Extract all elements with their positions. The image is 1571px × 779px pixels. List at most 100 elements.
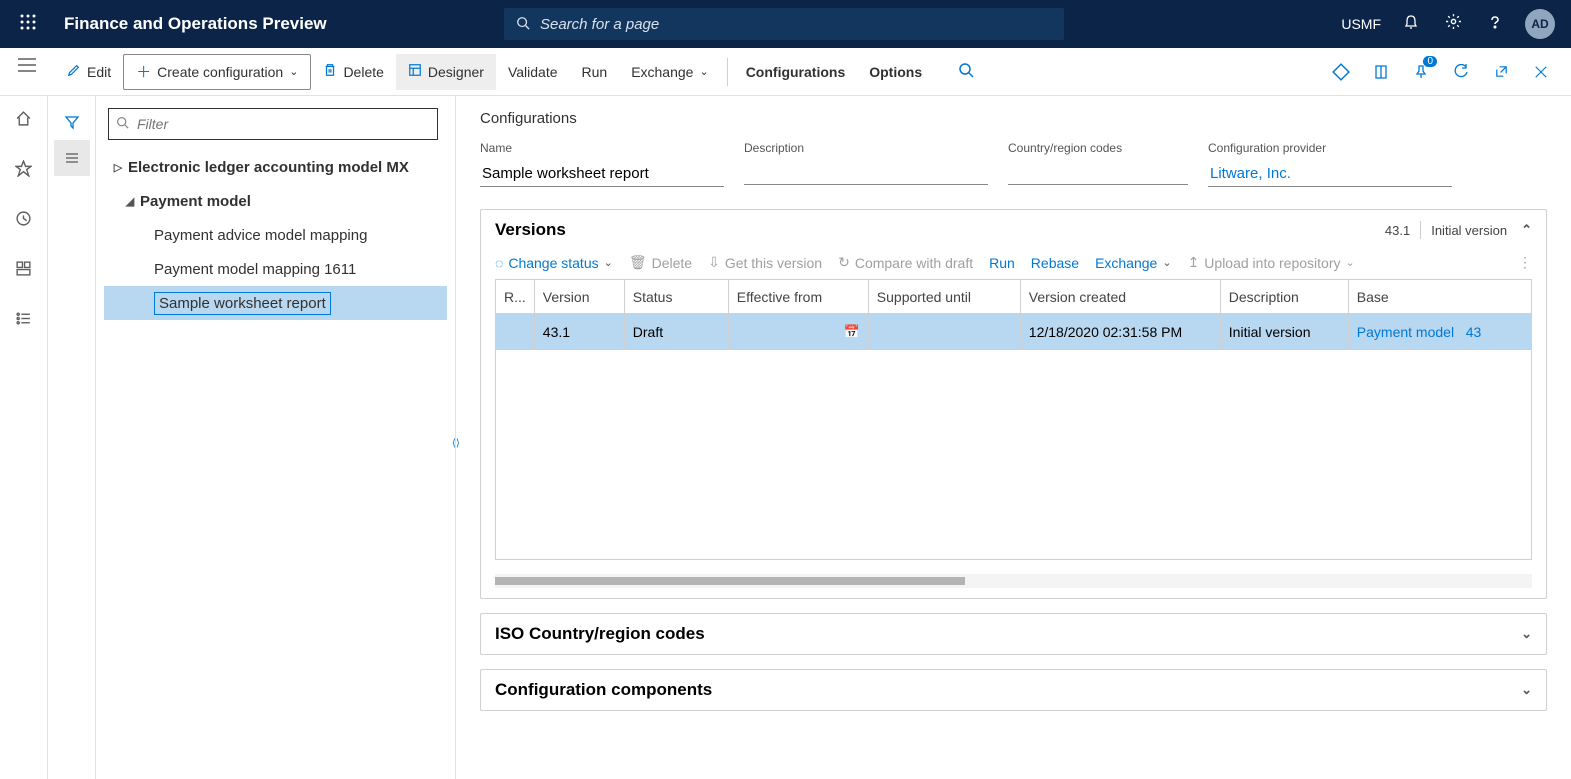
chevron-down-icon: ⌄ [1345, 256, 1354, 269]
get-version-button[interactable]: ⇩ Get this version [708, 254, 822, 271]
filter-icon[interactable] [54, 104, 90, 140]
components-title: Configuration components [495, 680, 712, 700]
chevron-down-icon[interactable]: ⌄ [1521, 682, 1532, 698]
tree-filter-input[interactable] [108, 108, 438, 140]
version-delete-button[interactable]: 🗑 Delete [629, 254, 692, 271]
exchange-button[interactable]: Exchange ⌄ [619, 54, 721, 90]
col-effective[interactable]: Effective from [728, 280, 868, 314]
clock-icon[interactable] [6, 200, 42, 236]
provider-value[interactable]: Litware, Inc. [1208, 161, 1452, 187]
search-input[interactable] [540, 16, 1052, 33]
version-number-meta: 43.1 [1385, 223, 1410, 238]
validate-button[interactable]: Validate [496, 54, 570, 90]
col-description[interactable]: Description [1220, 280, 1348, 314]
tree-item-payment-model[interactable]: ◢ Payment model [104, 184, 447, 218]
search-action[interactable] [946, 54, 986, 90]
compare-label: Compare with draft [855, 255, 973, 271]
col-supported[interactable]: Supported until [868, 280, 1020, 314]
more-button[interactable]: ⋮ [1518, 254, 1532, 271]
field-name: Name Sample worksheet report [480, 141, 724, 187]
chevron-down-icon: ⌄ [289, 65, 298, 78]
base-link[interactable]: Payment model [1357, 324, 1454, 340]
gear-icon[interactable] [1441, 13, 1465, 35]
field-country: Country/region codes [1008, 141, 1188, 187]
cell-created[interactable]: 12/18/2020 02:31:58 PM [1020, 314, 1220, 350]
modules-icon[interactable] [6, 300, 42, 336]
left-rail [0, 96, 48, 779]
tree-item-sample-worksheet[interactable]: Sample worksheet report [104, 286, 447, 320]
star-icon[interactable] [6, 150, 42, 186]
chevron-down-icon: ⌄ [699, 65, 708, 78]
cell-status[interactable]: Draft [624, 314, 728, 350]
search-icon [958, 62, 974, 82]
list-lines-icon[interactable] [54, 140, 90, 176]
edit-button[interactable]: Edit [55, 54, 123, 90]
configurations-link[interactable]: Configurations [734, 54, 858, 90]
run-button[interactable]: Run [570, 54, 620, 90]
close-icon[interactable] [1525, 56, 1557, 88]
divider [727, 58, 728, 86]
cell-description[interactable]: Initial version [1220, 314, 1348, 350]
global-search[interactable] [504, 8, 1064, 40]
search-icon [516, 16, 530, 33]
waffle-icon[interactable] [10, 14, 46, 35]
designer-button[interactable]: Designer [396, 54, 496, 90]
country-value[interactable] [1008, 161, 1188, 185]
col-version[interactable]: Version [534, 280, 624, 314]
compare-button[interactable]: ↻ Compare with draft [838, 254, 973, 271]
col-base[interactable]: Base [1348, 280, 1531, 314]
tree-label: Payment model mapping 1611 [154, 261, 356, 278]
book-icon[interactable] [1365, 56, 1397, 88]
validate-label: Validate [508, 64, 558, 80]
upload-button[interactable]: ↥ Upload into repository ⌄ [1188, 254, 1355, 271]
cell-base[interactable]: Payment model 43 [1348, 314, 1531, 350]
tree-item-payment-mapping-1611[interactable]: Payment model mapping 1611 [104, 252, 447, 286]
chevron-down-icon: ⌄ [604, 256, 613, 269]
download-icon: ⇩ [708, 254, 720, 271]
diamond-icon[interactable] [1325, 56, 1357, 88]
options-link[interactable]: Options [857, 54, 934, 90]
desc-value[interactable] [744, 161, 988, 185]
caret-down-icon[interactable]: ◢ [120, 195, 140, 208]
user-avatar[interactable]: AD [1525, 9, 1555, 39]
company-code[interactable]: USMF [1341, 16, 1381, 32]
chevron-up-icon[interactable]: ⌃ [1521, 222, 1532, 238]
create-configuration-button[interactable]: ＋ Create configuration ⌄ [123, 54, 311, 90]
pin-icon[interactable]: 0 [1405, 56, 1437, 88]
col-status[interactable]: Status [624, 280, 728, 314]
iso-header[interactable]: ISO Country/region codes ⌄ [481, 614, 1546, 654]
cell-version[interactable]: 43.1 [534, 314, 624, 350]
name-value[interactable]: Sample worksheet report [480, 161, 724, 187]
home-icon[interactable] [6, 100, 42, 136]
change-status-button[interactable]: ◌ Change status ⌄ [495, 255, 613, 271]
version-delete-label: Delete [652, 255, 692, 271]
col-created[interactable]: Version created [1020, 280, 1220, 314]
cell-supported[interactable] [868, 314, 1020, 350]
components-header[interactable]: Configuration components ⌄ [481, 670, 1546, 710]
version-exchange-button[interactable]: Exchange ⌄ [1095, 255, 1172, 271]
cell-r[interactable] [496, 314, 535, 350]
hamburger-icon[interactable] [18, 58, 36, 77]
version-text-meta: Initial version [1431, 223, 1507, 238]
tree-item-electronic-ledger[interactable]: ▷ Electronic ledger accounting model MX [104, 150, 447, 184]
header-fields: Name Sample worksheet report Description… [480, 141, 1547, 187]
chevron-down-icon[interactable]: ⌄ [1521, 626, 1532, 642]
help-icon[interactable] [1483, 14, 1507, 35]
rebase-button[interactable]: Rebase [1031, 255, 1079, 271]
workspace-icon[interactable] [6, 250, 42, 286]
table-row[interactable]: 43.1 Draft 📅 12/18/2020 02:31:58 PM Init… [496, 314, 1532, 350]
exchange-label: Exchange [631, 64, 693, 80]
horizontal-scrollbar[interactable] [495, 574, 1532, 588]
calendar-icon[interactable]: 📅 [844, 324, 860, 340]
scrollbar-thumb[interactable] [495, 577, 965, 585]
delete-button[interactable]: Delete [311, 54, 395, 90]
bell-icon[interactable] [1399, 14, 1423, 35]
col-r[interactable]: R... [496, 280, 535, 314]
version-run-button[interactable]: Run [989, 255, 1015, 271]
refresh-icon[interactable] [1445, 56, 1477, 88]
cell-effective[interactable]: 📅 [728, 314, 868, 350]
popout-icon[interactable] [1485, 56, 1517, 88]
caret-right-icon[interactable]: ▷ [108, 161, 128, 174]
versions-title: Versions [495, 220, 566, 240]
tree-item-payment-advice[interactable]: Payment advice model mapping [104, 218, 447, 252]
